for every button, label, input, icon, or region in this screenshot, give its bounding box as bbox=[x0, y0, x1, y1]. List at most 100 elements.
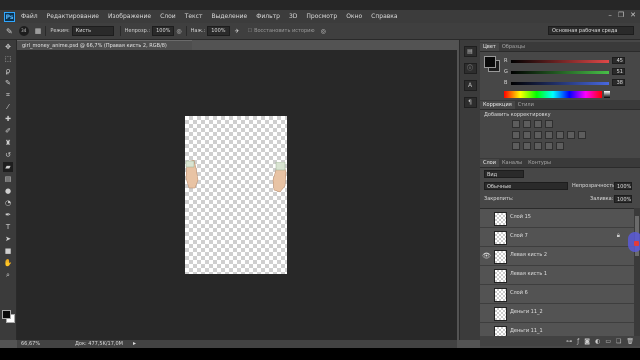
curves-icon[interactable] bbox=[534, 120, 542, 128]
layer-row[interactable]: Левая кисть 1 bbox=[480, 266, 634, 285]
healing-icon[interactable]: ✚ bbox=[3, 114, 13, 124]
eraser-icon[interactable]: ▰ bbox=[3, 162, 13, 172]
exposure-icon[interactable] bbox=[545, 120, 553, 128]
brush-preset-picker[interactable]: 34 bbox=[18, 26, 29, 36]
menu-edit[interactable]: Редактирование bbox=[47, 13, 99, 20]
tablet-opacity-icon[interactable]: ◎ bbox=[176, 28, 181, 35]
visibility-toggle[interactable] bbox=[482, 271, 491, 279]
history-brush-icon[interactable]: ↺ bbox=[3, 150, 13, 160]
path-select-icon[interactable]: ➤ bbox=[3, 234, 13, 244]
maximize-icon[interactable]: ❐ bbox=[618, 11, 624, 19]
menu-select[interactable]: Выделение bbox=[211, 13, 247, 20]
move-icon[interactable]: ✥ bbox=[3, 42, 13, 52]
green-value[interactable]: 51 bbox=[612, 68, 625, 75]
menu-type[interactable]: Текст bbox=[185, 13, 203, 20]
menu-help[interactable]: Справка bbox=[371, 13, 397, 20]
menu-image[interactable]: Изображение bbox=[108, 13, 151, 20]
grayscale-ramp[interactable] bbox=[604, 91, 610, 98]
clone-stamp-icon[interactable]: ♜ bbox=[3, 138, 13, 148]
layer-filter-select[interactable]: Вид bbox=[484, 170, 524, 178]
shape-icon[interactable]: ■ bbox=[3, 246, 13, 256]
visibility-toggle[interactable] bbox=[482, 328, 491, 336]
green-slider[interactable]: G 51 bbox=[504, 68, 634, 77]
status-arrow-icon[interactable]: ▸ bbox=[133, 340, 136, 348]
adjustment-icon[interactable]: ◐ bbox=[595, 338, 600, 345]
color-spectrum[interactable] bbox=[504, 91, 602, 98]
marquee-icon[interactable]: ⬚ bbox=[3, 54, 13, 64]
gradient-icon[interactable]: ▤ bbox=[3, 174, 13, 184]
threshold-icon[interactable] bbox=[534, 142, 542, 150]
zoom-level[interactable]: 66,67% bbox=[21, 340, 40, 348]
pen-icon[interactable]: ✒ bbox=[3, 210, 13, 220]
color-foreground-swatch[interactable] bbox=[484, 56, 496, 68]
mask-icon[interactable]: ◙ bbox=[584, 338, 590, 345]
new-layer-icon[interactable]: ❏ bbox=[616, 338, 621, 345]
brush-icon[interactable]: ✐ bbox=[3, 126, 13, 136]
red-slider[interactable]: R 45 bbox=[504, 57, 634, 66]
levels-icon[interactable] bbox=[523, 120, 531, 128]
zoom-icon[interactable]: ⌕ bbox=[3, 270, 13, 280]
dodge-icon[interactable]: ◔ bbox=[3, 198, 13, 208]
mode-select[interactable]: Кисть bbox=[71, 26, 114, 36]
workspace-select[interactable]: Основная рабочая среда bbox=[548, 26, 634, 35]
red-track[interactable] bbox=[511, 60, 609, 63]
layer-row[interactable]: Деньги 11_1 bbox=[480, 323, 634, 337]
hand-icon[interactable]: ✋ bbox=[3, 258, 13, 268]
type-icon[interactable]: T bbox=[3, 222, 13, 232]
foreground-color-swatch[interactable] bbox=[2, 310, 11, 319]
layer-row[interactable]: Слой 6 bbox=[480, 285, 634, 304]
layer-row[interactable]: Слой 7 🔒︎ bbox=[480, 228, 634, 247]
document-tab[interactable]: girl_money_anime.psd @ 66,7% (Правая кис… bbox=[17, 40, 192, 50]
blue-track[interactable] bbox=[511, 82, 609, 85]
menu-view[interactable]: Просмотр bbox=[306, 13, 337, 20]
hue-saturation-icon[interactable] bbox=[523, 131, 531, 139]
posterize-icon[interactable] bbox=[523, 142, 531, 150]
eye-icon[interactable]: 👁︎ bbox=[482, 252, 491, 260]
visibility-toggle[interactable] bbox=[482, 309, 491, 317]
document-info[interactable]: Док: 477,5K/17,0M bbox=[75, 340, 123, 348]
visibility-toggle[interactable] bbox=[482, 214, 491, 222]
tablet-size-icon[interactable]: ◎ bbox=[321, 28, 326, 35]
gradient-map-icon[interactable] bbox=[545, 142, 553, 150]
properties-panel-icon[interactable]: ⓘ bbox=[463, 63, 477, 74]
minimize-icon[interactable]: – bbox=[608, 11, 612, 19]
blue-value[interactable]: 38 bbox=[612, 79, 625, 86]
history-panel-icon[interactable]: ▤ bbox=[463, 46, 477, 57]
pressure-input[interactable]: 100% bbox=[207, 26, 230, 36]
visibility-toggle[interactable] bbox=[482, 233, 491, 241]
paragraph-panel-icon[interactable]: ¶ bbox=[463, 97, 477, 108]
folder-icon[interactable]: ▭ bbox=[605, 338, 611, 345]
color-balance-icon[interactable] bbox=[534, 131, 542, 139]
layer-row[interactable]: Деньги 11_2 bbox=[480, 304, 634, 323]
black-white-icon[interactable] bbox=[545, 131, 553, 139]
link-icon[interactable]: ⊶ bbox=[566, 338, 572, 345]
layer-opacity-input[interactable]: 100% bbox=[614, 182, 632, 190]
red-value[interactable]: 45 bbox=[612, 57, 625, 64]
character-panel-icon[interactable]: A bbox=[463, 80, 477, 91]
airbrush-icon[interactable]: ✈ bbox=[235, 28, 240, 35]
selective-color-icon[interactable] bbox=[556, 142, 564, 150]
brightness-icon[interactable] bbox=[512, 120, 520, 128]
tab-channels[interactable]: Каналы bbox=[499, 159, 525, 167]
tab-layers[interactable]: Слои bbox=[480, 159, 499, 167]
blend-mode-select[interactable]: Обычные bbox=[484, 182, 568, 190]
photo-filter-icon[interactable] bbox=[556, 131, 564, 139]
vibrance-icon[interactable] bbox=[512, 131, 520, 139]
tab-paths[interactable]: Контуры bbox=[525, 159, 554, 167]
close-icon[interactable]: ✕ bbox=[630, 11, 636, 19]
blur-icon[interactable]: ● bbox=[3, 186, 13, 196]
tab-swatches[interactable]: Образцы bbox=[499, 43, 528, 51]
erase-history-checkbox[interactable]: ☐ bbox=[248, 28, 252, 34]
green-track[interactable] bbox=[511, 71, 609, 74]
eyedropper-icon[interactable]: ⁄ bbox=[3, 102, 13, 112]
menu-layers[interactable]: Слои bbox=[160, 13, 176, 20]
channel-mixer-icon[interactable] bbox=[567, 131, 575, 139]
blue-slider[interactable]: B 38 bbox=[504, 79, 634, 88]
image-canvas[interactable] bbox=[185, 116, 287, 274]
layer-row[interactable]: Слой 15 bbox=[480, 209, 634, 228]
lock-icon[interactable]: 🔒︎ bbox=[617, 232, 620, 240]
menu-window[interactable]: Окно bbox=[346, 13, 362, 20]
menu-filter[interactable]: Фильтр bbox=[256, 13, 280, 20]
layers-scrollbar[interactable] bbox=[634, 208, 640, 336]
menu-3d[interactable]: 3D bbox=[289, 13, 297, 20]
